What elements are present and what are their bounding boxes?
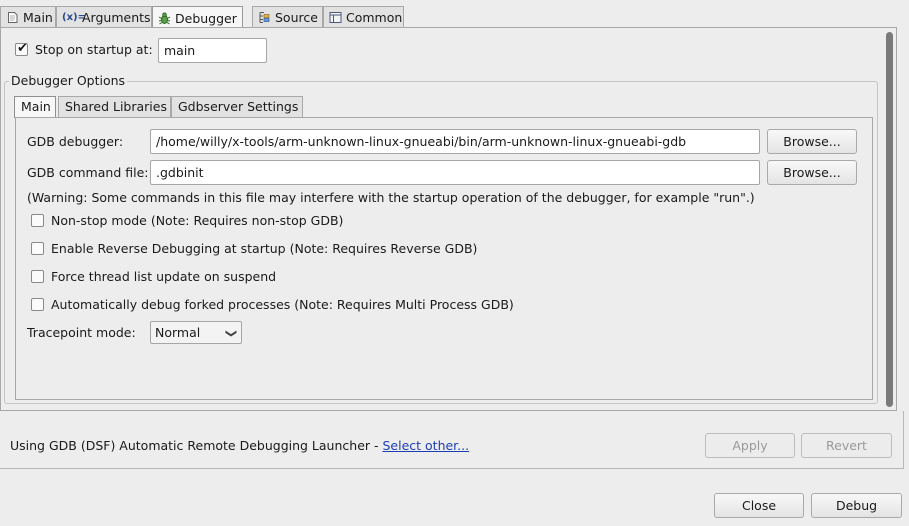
tab-options-main[interactable]: Main [14,96,56,118]
tab-debugger[interactable]: Debugger [152,6,243,29]
tab-common[interactable]: Common [323,6,404,28]
tab-debugger-label: Debugger [175,10,237,26]
main-tab-icon [8,12,18,23]
stop-on-startup-field[interactable]: main [158,38,267,63]
chevron-down-icon: ❯ [224,328,238,339]
tab-source-label: Source [275,10,318,25]
gdb-debugger-label: GDB debugger: [27,134,124,149]
command-file-warning: (Warning: Some commands in this file may… [27,190,755,205]
gdb-command-file-label: GDB command file: [27,165,149,180]
reverse-debugging-checkbox[interactable] [31,242,44,255]
tab-options-main-label: Main [21,99,51,114]
gdb-debugger-field[interactable]: /home/willy/x-tools/arm-unknown-linux-gn… [150,129,760,154]
debug-button[interactable]: Debug [811,493,902,518]
force-thread-update-label: Force thread list update on suspend [51,269,277,284]
gdb-debugger-browse-button[interactable]: Browse... [767,129,857,154]
tab-arguments[interactable]: (x)= Arguments [56,6,152,28]
tracepoint-mode-select[interactable]: Normal ❯ [150,321,242,344]
tab-gdbserver-settings[interactable]: Gdbserver Settings [171,96,303,117]
select-other-link[interactable]: Select other... [382,438,469,453]
tracepoint-mode-value: Normal [155,325,201,340]
revert-button[interactable]: Revert [801,433,892,458]
tab-shared-libraries[interactable]: Shared Libraries [58,96,171,117]
close-button[interactable]: Close [714,493,804,518]
launch-config-tab-bar: Main (x)= Arguments Debugger Source Comm… [0,6,897,29]
tab-main[interactable]: Main [0,6,56,28]
debug-forked-processes-checkbox[interactable] [31,298,44,311]
checkmark-icon: ✔ [17,41,28,56]
source-icon [259,12,270,23]
arguments-icon: (x)= [62,12,86,23]
apply-button[interactable]: Apply [705,433,795,458]
dialog-button-divider [0,468,904,469]
non-stop-mode-checkbox[interactable] [31,214,44,227]
launcher-description: Using GDB (DSF) Automatic Remote Debuggi… [10,438,469,453]
debug-forked-processes-label: Automatically debug forked processes (No… [51,297,514,312]
tab-main-label: Main [23,10,53,25]
gdb-command-file-field[interactable]: .gdbinit [150,160,760,185]
tab-gdbserver-settings-label: Gdbserver Settings [178,99,299,114]
reverse-debugging-label: Enable Reverse Debugging at startup (Not… [51,241,478,256]
panel-right-divider [903,411,904,469]
force-thread-update-checkbox[interactable] [31,270,44,283]
launcher-text: Using GDB (DSF) Automatic Remote Debuggi… [10,438,383,453]
common-icon [329,12,342,23]
gdb-command-file-browse-button[interactable]: Browse... [767,160,857,185]
tab-common-label: Common [346,10,403,25]
tab-source[interactable]: Source [252,6,323,28]
tracepoint-mode-label: Tracepoint mode: [27,325,136,340]
vertical-scrollbar-thumb[interactable] [886,32,893,407]
tab-arguments-label: Arguments [82,10,151,25]
non-stop-mode-label: Non-stop mode (Note: Requires non-stop G… [51,213,344,228]
tab-shared-libraries-label: Shared Libraries [65,99,167,114]
stop-on-startup-label: Stop on startup at: [35,42,153,57]
bug-icon [158,12,171,24]
debugger-options-title: Debugger Options [9,73,128,88]
stop-on-startup-checkbox[interactable]: ✔ [15,41,28,56]
